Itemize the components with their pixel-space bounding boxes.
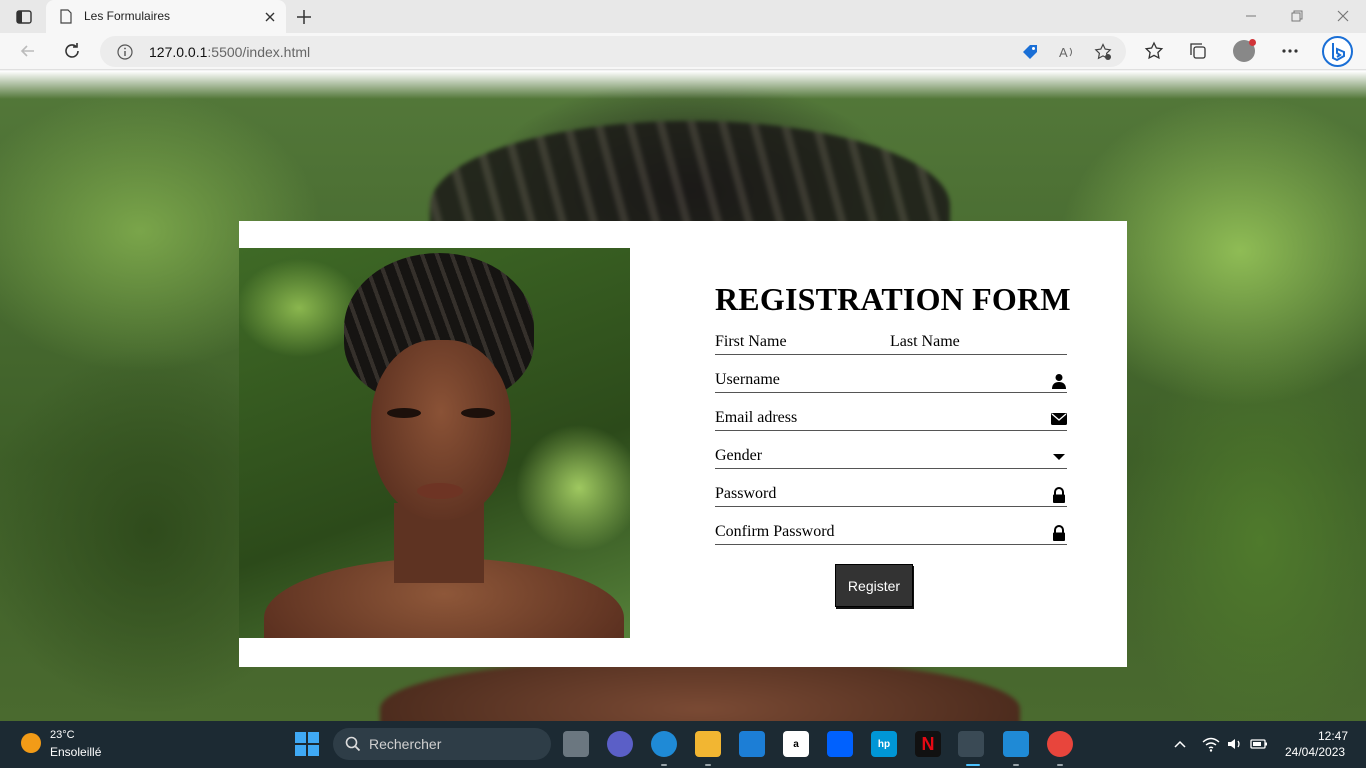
restore-icon[interactable] bbox=[1289, 8, 1305, 24]
last-name-input[interactable]: Last Name bbox=[890, 333, 960, 351]
back-arrow-icon[interactable] bbox=[18, 41, 38, 61]
start-tile bbox=[308, 745, 319, 756]
minimize-icon[interactable] bbox=[1243, 8, 1259, 24]
chrome-icon[interactable] bbox=[1047, 731, 1073, 757]
clock-date[interactable]: 24/04/2023 bbox=[1285, 745, 1345, 759]
portrait-eye-left bbox=[387, 408, 421, 418]
clock-time[interactable]: 12:47 bbox=[1318, 729, 1348, 743]
password-input[interactable]: Password bbox=[715, 485, 776, 503]
read-aloud-icon[interactable]: A bbox=[1058, 43, 1076, 61]
start-tile bbox=[308, 732, 319, 743]
gender-select[interactable]: Gender bbox=[715, 447, 762, 465]
volume-icon[interactable] bbox=[1226, 735, 1244, 753]
portrait-lips bbox=[417, 483, 463, 499]
portrait-eye-right bbox=[461, 408, 495, 418]
email-field[interactable]: Email adress bbox=[715, 405, 1067, 431]
file-explorer-icon[interactable] bbox=[563, 731, 589, 757]
username-field[interactable]: Username bbox=[715, 367, 1067, 393]
info-icon[interactable] bbox=[117, 44, 133, 65]
user-icon bbox=[1051, 373, 1067, 389]
amazon-icon[interactable]: a bbox=[783, 731, 809, 757]
search-icon bbox=[345, 736, 361, 757]
search-placeholder: Rechercher bbox=[369, 736, 442, 752]
portrait-image bbox=[239, 248, 630, 638]
first-name-input[interactable]: First Name bbox=[715, 333, 787, 351]
edge-running-dot bbox=[661, 764, 667, 766]
confirm-password-field[interactable]: Confirm Password bbox=[715, 519, 1067, 545]
close-icon[interactable] bbox=[264, 10, 276, 28]
active-tab[interactable]: Les Formulaires bbox=[46, 0, 286, 33]
chevron-up-icon[interactable] bbox=[1171, 735, 1189, 753]
confirm-password-input[interactable]: Confirm Password bbox=[715, 523, 835, 541]
sun-icon[interactable] bbox=[21, 733, 41, 753]
wifi-icon[interactable] bbox=[1202, 735, 1220, 753]
start-button[interactable] bbox=[295, 732, 319, 756]
top-fade bbox=[0, 71, 1366, 99]
new-tab-button[interactable] bbox=[294, 7, 314, 27]
myhp-icon[interactable]: hp bbox=[871, 731, 897, 757]
envelope-icon bbox=[1051, 411, 1067, 427]
add-favorite-icon[interactable] bbox=[1094, 43, 1112, 61]
url-text[interactable]: 127.0.0.1:5500/index.html bbox=[149, 44, 310, 60]
vscode-icon[interactable] bbox=[1003, 731, 1029, 757]
caret-down-icon[interactable] bbox=[1051, 449, 1067, 465]
email-input[interactable]: Email adress bbox=[715, 409, 797, 427]
active-app-indicator bbox=[966, 764, 980, 766]
registration-card: REGISTRATION FORM First Name Last Name U… bbox=[239, 221, 1127, 667]
teams-icon[interactable] bbox=[607, 731, 633, 757]
registration-form: REGISTRATION FORM First Name Last Name U… bbox=[715, 221, 1071, 667]
tab-strip: Les Formulaires bbox=[0, 0, 1366, 33]
password-field[interactable]: Password bbox=[715, 481, 1067, 507]
name-field-row[interactable]: First Name Last Name bbox=[715, 329, 1067, 355]
vscode-running-dot bbox=[1013, 764, 1019, 766]
favorites-icon[interactable] bbox=[1144, 41, 1164, 61]
collections-icon[interactable] bbox=[1188, 41, 1208, 61]
register-button[interactable]: Register bbox=[835, 564, 913, 607]
edge-icon[interactable] bbox=[651, 731, 677, 757]
weather-description[interactable]: Ensoleillé bbox=[50, 745, 101, 759]
start-tile bbox=[295, 745, 306, 756]
lock-icon bbox=[1051, 525, 1067, 541]
gender-field[interactable]: Gender bbox=[715, 443, 1067, 469]
taskbar-search[interactable]: Rechercher bbox=[333, 728, 551, 760]
page-viewport: REGISTRATION FORM First Name Last Name U… bbox=[0, 71, 1366, 721]
folder-running-dot bbox=[705, 764, 711, 766]
dropbox-icon[interactable] bbox=[827, 731, 853, 757]
bing-chat-icon[interactable] bbox=[1322, 36, 1353, 67]
battery-icon[interactable] bbox=[1250, 735, 1268, 753]
address-bar[interactable]: 127.0.0.1:5500/index.html A bbox=[100, 36, 1126, 67]
username-input[interactable]: Username bbox=[715, 371, 780, 389]
price-tag-icon[interactable] bbox=[1021, 43, 1039, 61]
page-icon bbox=[60, 9, 72, 29]
url-host: 127.0.0.1 bbox=[149, 44, 208, 60]
more-options-icon[interactable] bbox=[1280, 41, 1300, 61]
close-window-icon[interactable] bbox=[1335, 8, 1351, 24]
url-path: :5500/index.html bbox=[207, 44, 311, 60]
mail-icon[interactable] bbox=[739, 731, 765, 757]
lock-icon bbox=[1051, 487, 1067, 503]
notification-dot bbox=[1249, 39, 1256, 46]
form-title: REGISTRATION FORM bbox=[715, 281, 1071, 317]
chrome-running-dot bbox=[1057, 764, 1063, 766]
tab-actions-icon[interactable] bbox=[8, 6, 40, 28]
snipping-tool-icon[interactable] bbox=[958, 731, 984, 757]
navigation-bar: 127.0.0.1:5500/index.html A bbox=[0, 33, 1366, 70]
tab-title: Les Formulaires bbox=[84, 9, 171, 23]
start-tile bbox=[295, 732, 306, 743]
taskbar: 23°C Ensoleillé Rechercher a hp N 12:47 … bbox=[0, 721, 1366, 768]
svg-text:A: A bbox=[1059, 45, 1068, 60]
refresh-icon[interactable] bbox=[62, 41, 82, 61]
netflix-icon[interactable]: N bbox=[915, 731, 941, 757]
folder-icon[interactable] bbox=[695, 731, 721, 757]
weather-temperature[interactable]: 23°C bbox=[50, 729, 75, 741]
